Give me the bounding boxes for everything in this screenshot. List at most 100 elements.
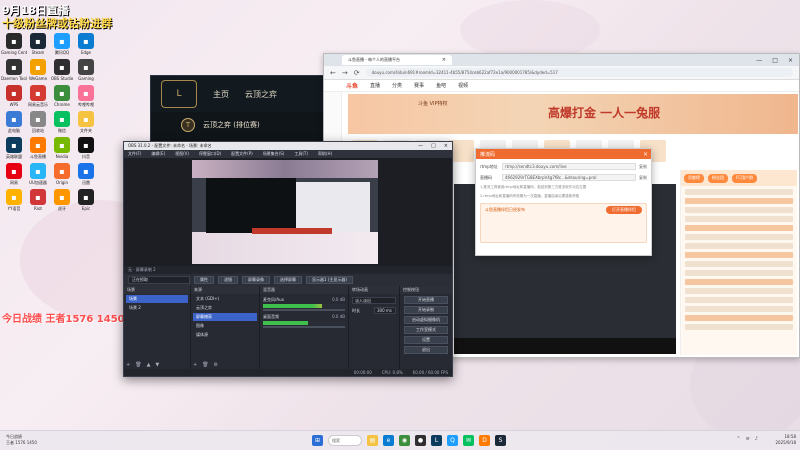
desktop-icon[interactable]: ▪ Daemon Tools	[1, 59, 27, 81]
gear-icon[interactable]: ⚙	[214, 362, 218, 368]
down-arrow-icon[interactable]: ▼	[155, 362, 159, 368]
lol-client-window[interactable]: L 主页 云顶之弈 T 云顶之弈 (排位赛)	[150, 75, 340, 150]
exit-button[interactable]: 退出	[404, 346, 448, 354]
up-arrow-icon[interactable]: ▲	[147, 362, 151, 368]
select-screen-button[interactable]: 选择屏幕	[274, 276, 302, 284]
reload-icon[interactable]: ⟳	[354, 69, 360, 77]
wifi-icon[interactable]: ≋	[746, 436, 750, 442]
nav-item[interactable]: 直播	[370, 82, 380, 89]
copy-button[interactable]: 复制	[639, 175, 647, 181]
open-companion-button[interactable]: 打开直播伴侣	[606, 206, 642, 214]
desktop-icon[interactable]: ▪ 英雄联盟	[2, 137, 26, 159]
desktop-icon[interactable]: ▪ 回收站	[26, 111, 50, 133]
desktop-icon[interactable]: ▪ 腾讯QQ	[50, 33, 74, 55]
desktop-icon[interactable]: ▪ 虎牙	[50, 189, 74, 211]
nav-item[interactable]: 赛事	[414, 82, 424, 89]
promo-banner[interactable]: 斗鱼 VIP特权 高爆打金 一人一兔服	[348, 94, 798, 134]
desktop-icon[interactable]: ▪ WeGame	[26, 59, 50, 81]
folder-icon[interactable]: ▤	[367, 435, 378, 446]
rtmp-field[interactable]: rtmp://sendtc3.douyu.com/live	[502, 163, 636, 170]
minimize-icon[interactable]: —	[756, 57, 762, 64]
wechat-icon[interactable]: ✉	[463, 435, 474, 446]
lol-icon[interactable]: L	[431, 435, 442, 446]
source-item[interactable]: 云顶之弈	[193, 304, 257, 312]
desktop-icon[interactable]: ▪Gaming Center	[1, 33, 27, 55]
remove-icon[interactable]: 🗑	[202, 362, 208, 368]
edge-icon[interactable]: e	[383, 435, 394, 446]
remove-icon[interactable]: 🗑	[135, 362, 141, 368]
menu-file[interactable]: 文件(F)	[128, 151, 141, 157]
virtual-camera-button[interactable]: 启动虚拟摄像机	[404, 316, 448, 324]
obs-window[interactable]: OBS 31.0.2 - 配置文件: 未命名 - 场景: 未命名 — □ × 文…	[123, 141, 453, 377]
taskbar-search[interactable]: 搜索	[328, 435, 362, 446]
start-recording-button[interactable]: 开始录制	[404, 306, 448, 314]
chrome-icon[interactable]: ◉	[399, 435, 410, 446]
desktop-icon[interactable]: ▪ 微信	[50, 111, 74, 133]
player-control-bar[interactable]	[454, 338, 676, 354]
add-icon[interactable]: +	[126, 362, 130, 368]
lol-logo-icon[interactable]: L	[161, 80, 197, 108]
nav-item[interactable]: 鱼吧	[436, 82, 446, 89]
desktop-icon[interactable]: ▪ Gaming	[74, 59, 98, 81]
source-selector[interactable]: 正在抓取	[128, 276, 190, 284]
start-streaming-button[interactable]: 开始直播	[404, 296, 448, 304]
address-bar[interactable]: douyu.com/4iduin691#roomId=32411-4b55/87…	[365, 68, 793, 77]
studio-mode-button[interactable]: 工作室模式	[404, 326, 448, 334]
menu-scene-collection[interactable]: 场景集合(S)	[263, 151, 285, 157]
transition-select[interactable]: 淡入淡出	[352, 297, 396, 304]
desktop-icon[interactable]: ▪ Chrome	[50, 85, 74, 107]
desktop-icon[interactable]: ▪ 抖音	[74, 137, 98, 159]
lol-tab-tft[interactable]: 云顶之弈	[245, 89, 277, 100]
obs-icon[interactable]: ●	[415, 435, 426, 446]
scene-item[interactable]: 场景 2	[126, 304, 188, 312]
desktop-icon[interactable]: ▪ Edge	[74, 33, 98, 55]
source-item[interactable]: 屏幕捕获	[193, 313, 257, 321]
desktop-icon[interactable]: ▪ 网易云音乐	[26, 85, 50, 107]
maximize-icon[interactable]: □	[431, 143, 436, 149]
menu-tools[interactable]: 工具(T)	[294, 151, 308, 157]
menu-docks[interactable]: 停靠窗口(D)	[199, 151, 221, 157]
desktop-icon[interactable]: ▪ 此电脑	[2, 111, 26, 133]
taskbar-clock[interactable]: 18:58 2025/9/18	[775, 434, 796, 446]
desktop-icon[interactable]: ▪ Riot	[26, 189, 50, 211]
volume-slider[interactable]	[263, 326, 345, 328]
maximize-icon[interactable]: □	[772, 57, 778, 64]
desktop-icon[interactable]: ▪ Steam	[26, 33, 50, 55]
chevron-up-icon[interactable]: ⌃	[736, 436, 740, 442]
stream-key-dialog[interactable]: 推流码 × rtmp地址 rtmp://sendtc3.douyu.com/li…	[475, 148, 652, 256]
douyu-icon[interactable]: D	[479, 435, 490, 446]
desktop-icon[interactable]: ▪ YY语音	[2, 189, 26, 211]
obs-preview[interactable]	[192, 160, 378, 264]
douyu-logo[interactable]: 斗鱼	[346, 81, 358, 90]
desktop-icon[interactable]: ▪ UU加速器	[26, 163, 50, 185]
nav-item[interactable]: 视频	[458, 82, 468, 89]
source-item[interactable]: 图像	[193, 322, 257, 330]
desktop-icon[interactable]: ▪ Epic	[74, 189, 98, 211]
desktop-icon[interactable]: ▪ 斗鱼直播	[26, 137, 50, 159]
screen-record-button[interactable]: 屏幕录像	[242, 276, 270, 284]
stream-key-field[interactable]: 4662929rTG8EXbrpV4g7f8c...&dsouring=prol	[502, 174, 636, 181]
desktop-icon[interactable]: ▪ 网易	[2, 163, 26, 185]
desktop-icon[interactable]: ▪ WPS	[2, 85, 26, 107]
desktop-icon[interactable]: ▪ Nvidia	[50, 137, 74, 159]
copy-button[interactable]: 复制	[639, 164, 647, 170]
fc-group-chip[interactable]: FC用户群	[732, 173, 758, 183]
desktop-icon[interactable]: ▪ 文件夹	[74, 111, 98, 133]
menu-help[interactable]: 帮助(H)	[318, 151, 332, 157]
lol-tab-home[interactable]: 主页	[213, 89, 229, 100]
desktop-icon[interactable]: ▪ OBS Studio	[50, 59, 74, 81]
add-icon[interactable]: +	[193, 362, 197, 368]
windows-start-icon[interactable]: ⊞	[312, 435, 323, 446]
source-item[interactable]: 媒体源	[193, 331, 257, 339]
close-icon[interactable]: ×	[643, 151, 648, 158]
menu-profile[interactable]: 配置文件(P)	[231, 151, 253, 157]
forward-icon[interactable]: →	[342, 69, 348, 77]
properties-button[interactable]: 属性	[194, 276, 214, 284]
back-icon[interactable]: ←	[330, 69, 336, 77]
desktop-icon[interactable]: ▪ 迅雷	[74, 163, 98, 185]
chat-tab[interactable]: 粉丝团	[708, 173, 728, 183]
volume-slider[interactable]	[263, 309, 345, 311]
display-select[interactable]: 显示器1 (主显示器)	[306, 276, 353, 284]
close-icon[interactable]: ×	[442, 57, 446, 63]
qq-icon[interactable]: Q	[447, 435, 458, 446]
